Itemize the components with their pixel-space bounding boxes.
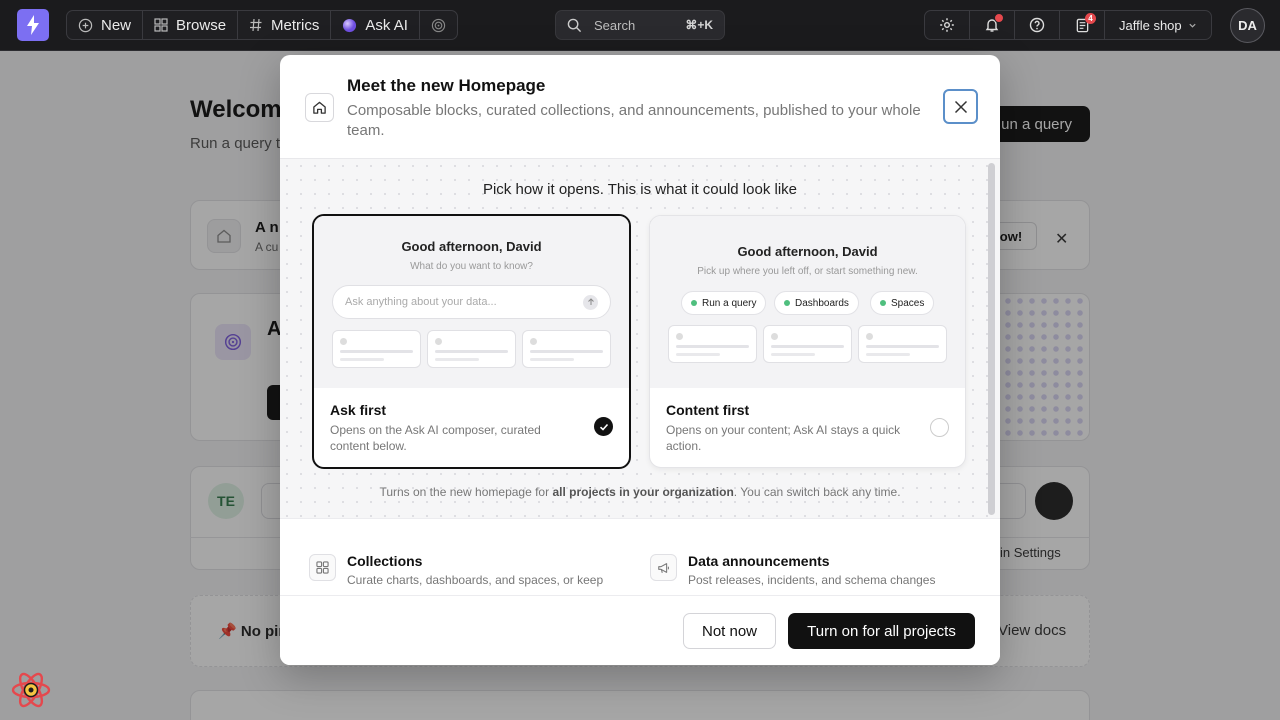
- settings-button[interactable]: [925, 11, 970, 39]
- notification-dot: [994, 13, 1004, 23]
- close-icon: [954, 100, 967, 113]
- preview-tile: [763, 325, 852, 363]
- gear-icon: [940, 18, 954, 32]
- modal-subtitle: Composable blocks, curated collections, …: [347, 102, 921, 139]
- not-now-button[interactable]: Not now: [683, 613, 776, 649]
- modal-footer: Not now Turn on for all projects: [280, 595, 1000, 665]
- turn-on-all-projects-button[interactable]: Turn on for all projects: [788, 613, 975, 649]
- modal-header: Meet the new Homepage Composable blocks,…: [280, 55, 1000, 159]
- react-devtools-button[interactable]: [10, 669, 52, 711]
- home-icon: [305, 93, 334, 122]
- grid-icon: [154, 18, 168, 32]
- plus-circle-icon: [78, 18, 93, 32]
- new-button[interactable]: New: [67, 11, 144, 39]
- option-title: Ask first: [330, 402, 387, 418]
- option-description: Opens on the Ask AI composer, curated co…: [330, 423, 541, 453]
- new-label: New: [101, 16, 132, 34]
- preview-chip: Spaces: [870, 291, 935, 315]
- content-first-preview: Good afternoon, David Pick up where you …: [650, 216, 965, 388]
- hash-icon: [250, 18, 262, 32]
- preview-hint: What do you want to know?: [410, 261, 533, 272]
- notifications-button[interactable]: [970, 11, 1015, 39]
- help-circle-icon: [1029, 17, 1045, 33]
- preview-hint: Pick up where you left off, or start som…: [697, 266, 918, 277]
- scope-note: Turns on the new homepage for all projec…: [379, 485, 901, 499]
- feature-title: Collections: [347, 553, 423, 569]
- preview-chip: Run a query: [681, 291, 767, 315]
- lightning-logo-icon: [27, 15, 39, 35]
- selected-check-icon: [594, 417, 613, 436]
- atom-icon: [11, 672, 51, 708]
- preview-input-placeholder: Ask anything about your data...: [345, 296, 497, 308]
- layout-picker-section: Pick how it opens. This is what it could…: [280, 159, 1000, 519]
- megaphone-icon: [650, 554, 677, 581]
- project-switcher[interactable]: Jaffle shop: [1105, 11, 1211, 39]
- option-title: Content first: [666, 402, 750, 418]
- app-logo[interactable]: [17, 9, 49, 41]
- help-button[interactable]: [1015, 11, 1060, 39]
- preview-tile: [522, 330, 611, 368]
- preview-ask-input: Ask anything about your data...: [332, 285, 611, 319]
- chevron-down-icon: [1189, 23, 1196, 28]
- ask-first-preview: Good afternoon, David What do you want t…: [314, 216, 629, 388]
- homepage-modal: Meet the new Homepage Composable blocks,…: [280, 55, 1000, 665]
- search-input[interactable]: Search ⌘+K: [555, 10, 725, 40]
- browse-label: Browse: [176, 16, 227, 34]
- modal-title: Meet the new Homepage: [347, 76, 546, 95]
- main-nav-group: New Browse Metrics Ask AI: [66, 10, 458, 40]
- feature-title: Data announcements: [688, 553, 830, 569]
- feature-description: Post releases, incidents, and schema cha…: [688, 573, 936, 587]
- grid-icon: [309, 554, 336, 581]
- preview-greeting: Good afternoon, David: [737, 244, 878, 259]
- target-button[interactable]: [420, 11, 457, 39]
- search-icon: [567, 18, 582, 32]
- ask-ai-button[interactable]: Ask AI: [331, 11, 420, 39]
- arrow-up-icon: [583, 294, 598, 310]
- close-button[interactable]: [943, 89, 978, 124]
- preview-greeting: Good afternoon, David: [401, 239, 542, 254]
- browse-button[interactable]: Browse: [143, 11, 239, 39]
- search-placeholder: Search: [594, 17, 636, 33]
- unselected-radio[interactable]: [930, 418, 949, 437]
- utility-nav-group: 4 Jaffle shop: [924, 10, 1212, 40]
- reports-badge: 4: [1085, 13, 1096, 24]
- ask-ai-label: Ask AI: [365, 16, 408, 34]
- target-icon: [431, 18, 446, 32]
- feature-description: Curate charts, dashboards, and spaces, o…: [347, 573, 604, 587]
- project-name: Jaffle shop: [1119, 17, 1182, 33]
- reports-button[interactable]: 4: [1060, 11, 1105, 39]
- search-shortcut: ⌘+K: [685, 18, 713, 32]
- option-description: Opens on your content; Ask AI stays a qu…: [666, 423, 901, 453]
- preview-tile: [332, 330, 421, 368]
- option-ask-first[interactable]: Good afternoon, David What do you want t…: [312, 214, 631, 469]
- metrics-button[interactable]: Metrics: [238, 11, 332, 39]
- top-nav-bar: New Browse Metrics Ask AI Search ⌘+K 4 J…: [0, 0, 1280, 51]
- user-avatar[interactable]: DA: [1230, 8, 1265, 43]
- pick-prompt: Pick how it opens. This is what it could…: [482, 181, 798, 198]
- ai-orb-icon: [343, 18, 357, 32]
- preview-tile: [858, 325, 947, 363]
- option-content-first[interactable]: Good afternoon, David Pick up where you …: [649, 215, 966, 468]
- metrics-label: Metrics: [271, 16, 320, 34]
- scrollbar[interactable]: [988, 163, 995, 515]
- preview-tile: [427, 330, 516, 368]
- preview-tile: [668, 325, 757, 363]
- preview-chip: Dashboards: [774, 291, 859, 315]
